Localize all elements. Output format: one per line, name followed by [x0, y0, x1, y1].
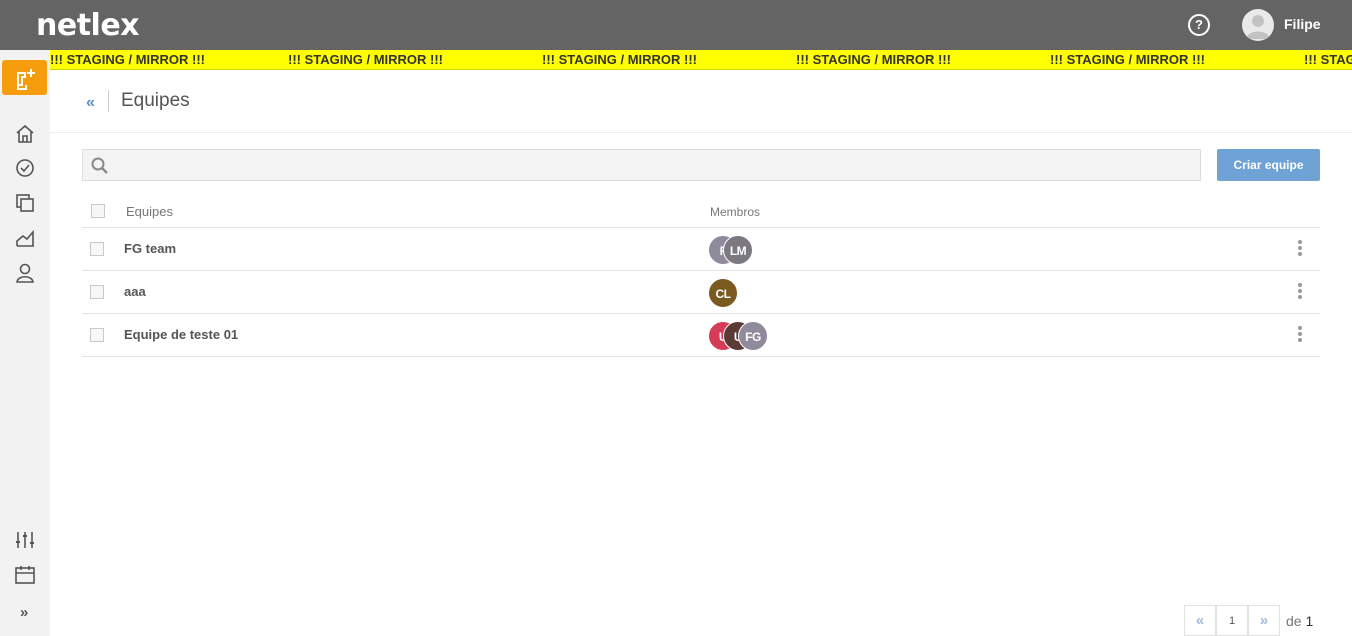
- member-avatar[interactable]: CL: [708, 278, 738, 308]
- contacts-icon[interactable]: [14, 262, 36, 284]
- row-menu-icon[interactable]: [1296, 283, 1304, 303]
- staging-banner-text: !!! STAGING / MIRROR !!!: [288, 52, 444, 67]
- table-header: Equipes Membros: [82, 195, 1320, 228]
- documents-icon[interactable]: [14, 192, 36, 214]
- page-header: « Equipes: [50, 70, 1352, 133]
- row-checkbox[interactable]: [90, 285, 104, 299]
- first-page-icon[interactable]: «: [1184, 605, 1216, 636]
- staging-banner: !!! STAGING / MIRROR !!! !!! STAGING / M…: [50, 50, 1352, 70]
- member-avatar[interactable]: LM: [723, 235, 753, 265]
- select-all-checkbox[interactable]: [91, 204, 105, 218]
- add-task-icon: [17, 69, 35, 90]
- teams-table: Equipes Membros FG team F LM aaa CL Equi…: [82, 195, 1320, 357]
- staging-banner-text: !!! STAGING / MIRROR !!!: [796, 52, 952, 67]
- back-icon[interactable]: «: [86, 94, 95, 112]
- column-header-members: Membros: [710, 205, 761, 219]
- home-icon[interactable]: [14, 123, 36, 145]
- top-bar: netlex ? Filipe: [0, 0, 1352, 50]
- team-name[interactable]: FG team: [124, 241, 176, 256]
- add-task-button[interactable]: [2, 60, 47, 95]
- column-header-teams[interactable]: Equipes: [126, 204, 173, 219]
- reports-icon[interactable]: [14, 227, 36, 249]
- staging-banner-text: !!! STAGING / MIRROR !!!: [542, 52, 698, 67]
- help-icon[interactable]: ?: [1188, 14, 1210, 36]
- calendar-icon[interactable]: [14, 564, 36, 586]
- create-team-button[interactable]: Criar equipe: [1217, 149, 1320, 181]
- table-row[interactable]: Equipe de teste 01 U U FG: [82, 314, 1320, 357]
- page-count: de 1: [1286, 613, 1313, 629]
- tasks-icon[interactable]: [14, 157, 36, 179]
- staging-banner-text: !!! STAGING / MIRROR !!!: [1304, 52, 1352, 67]
- sidebar: »: [0, 50, 50, 636]
- team-name[interactable]: Equipe de teste 01: [124, 327, 238, 342]
- netlex-logo[interactable]: netlex: [36, 8, 140, 43]
- search-input[interactable]: [117, 150, 1197, 180]
- search-bar[interactable]: [82, 149, 1201, 181]
- table-row[interactable]: aaa CL: [82, 271, 1320, 314]
- staging-banner-text: !!! STAGING / MIRROR !!!: [1050, 52, 1206, 67]
- row-menu-icon[interactable]: [1296, 326, 1304, 346]
- user-avatar[interactable]: [1242, 9, 1274, 41]
- total-pages: 1: [1305, 613, 1314, 629]
- member-avatar[interactable]: FG: [738, 321, 768, 351]
- settings-sliders-icon[interactable]: [14, 529, 36, 551]
- expand-sidebar-icon[interactable]: »: [20, 604, 28, 621]
- header-divider: [108, 90, 109, 112]
- row-menu-icon[interactable]: [1296, 240, 1304, 260]
- page-of-label: de: [1286, 613, 1302, 629]
- search-icon: [91, 157, 108, 174]
- user-silhouette-icon: [1246, 15, 1270, 39]
- row-checkbox[interactable]: [90, 242, 104, 256]
- team-name[interactable]: aaa: [124, 284, 146, 299]
- current-page-button[interactable]: 1: [1216, 605, 1248, 636]
- user-name[interactable]: Filipe: [1284, 16, 1321, 32]
- table-row[interactable]: FG team F LM: [82, 228, 1320, 271]
- row-checkbox[interactable]: [90, 328, 104, 342]
- page-title: Equipes: [121, 90, 190, 111]
- staging-banner-text: !!! STAGING / MIRROR !!!: [50, 52, 206, 67]
- last-page-icon[interactable]: »: [1248, 605, 1280, 636]
